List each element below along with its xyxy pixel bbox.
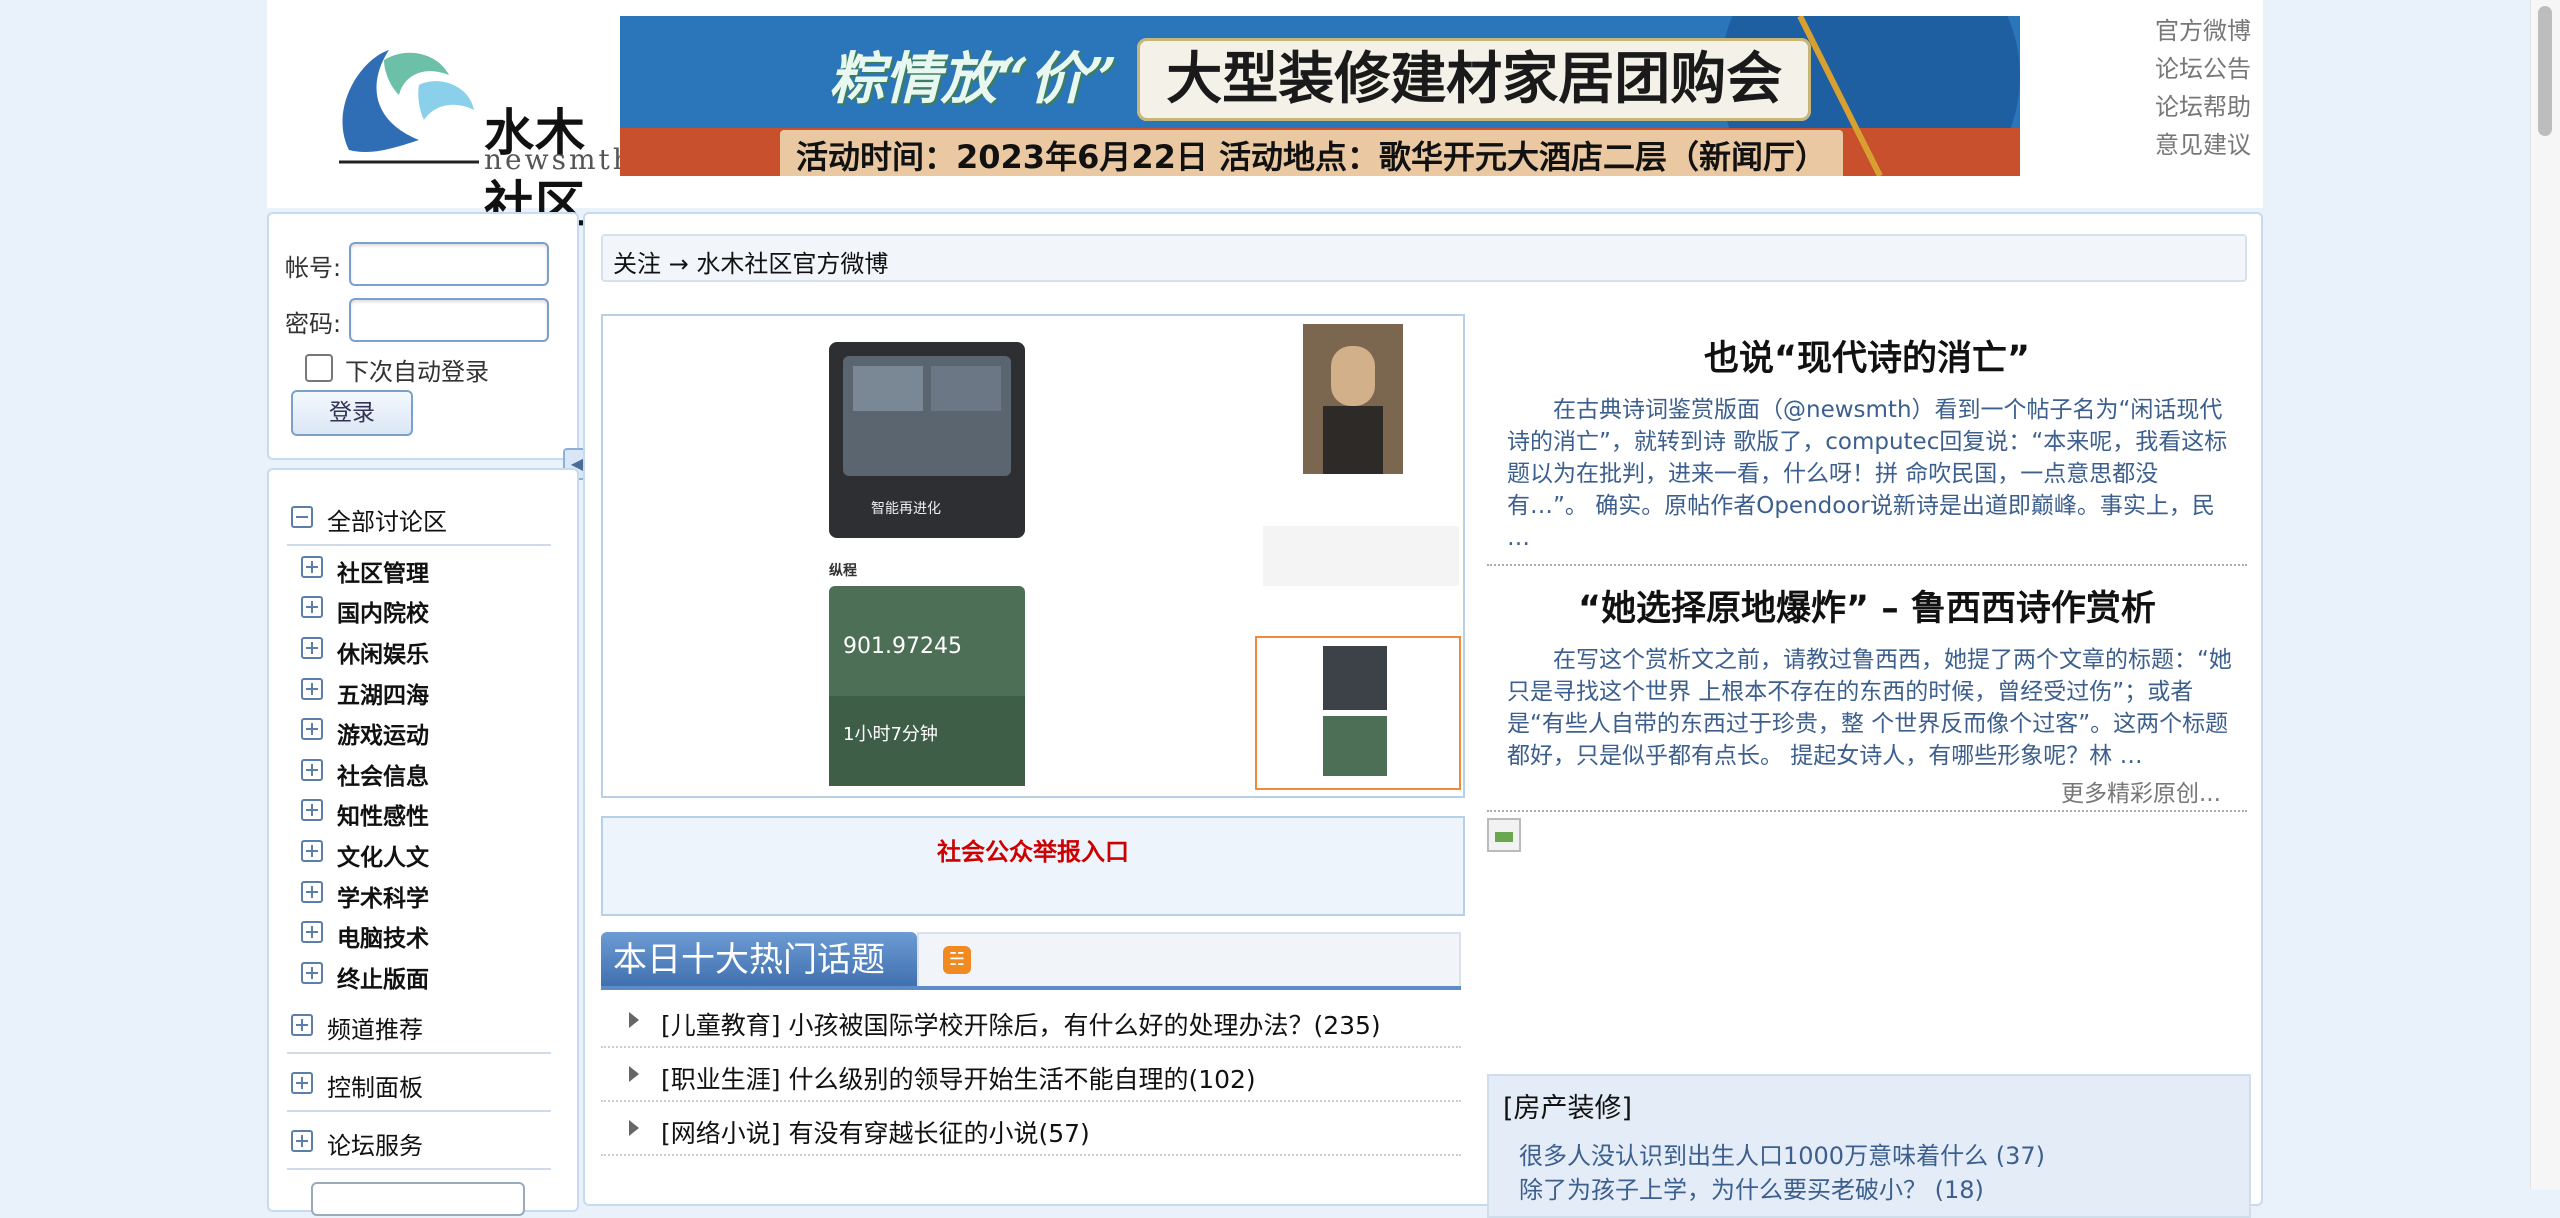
expand-icon[interactable] bbox=[301, 759, 323, 781]
nav-section-emotion[interactable]: 知性感性 bbox=[337, 797, 429, 831]
article-title[interactable]: “她选择原地爆炸” – 鲁西西诗作赏析 bbox=[1487, 580, 2247, 631]
header: 水木社区 newsmth.net 粽情放“价” 大型装修建材家居团购会 活动时间：… bbox=[267, 0, 2263, 234]
collapse-icon[interactable] bbox=[291, 506, 313, 528]
estate-topic-link[interactable]: 很多人没认识到出生人口1000万意味着什么 (37) bbox=[1519, 1136, 2045, 1171]
page-scrollbar[interactable] bbox=[2530, 0, 2560, 1190]
login-panel: 帐号: 密码: 下次自动登录 登录 bbox=[267, 212, 579, 460]
expand-icon[interactable] bbox=[291, 1014, 313, 1036]
expand-icon[interactable] bbox=[301, 921, 323, 943]
banner-title: 粽情放“价” 大型装修建材家居团购会 bbox=[620, 34, 2020, 121]
divider bbox=[287, 1052, 551, 1054]
nav-section-admin[interactable]: 社区管理 bbox=[337, 554, 429, 588]
page: 水木社区 newsmth.net 粽情放“价” 大型装修建材家居团购会 活动时间：… bbox=[267, 0, 2263, 1218]
expand-icon[interactable] bbox=[301, 678, 323, 700]
top-link-announcement[interactable]: 论坛公告 bbox=[2147, 50, 2251, 88]
expand-icon[interactable] bbox=[301, 596, 323, 618]
nav-service[interactable]: 论坛服务 bbox=[327, 1126, 423, 1161]
top-links: 官方微博 论坛公告 论坛帮助 意见建议 bbox=[2147, 12, 2251, 164]
hot-topics-underline bbox=[601, 986, 1461, 990]
site-logo[interactable]: 水木社区 newsmth.net bbox=[329, 40, 698, 234]
top-link-feedback[interactable]: 意见建议 bbox=[2147, 126, 2251, 164]
nav-section-closed[interactable]: 终止版面 bbox=[337, 960, 429, 994]
bullet-icon bbox=[629, 1012, 639, 1028]
nav-section-society[interactable]: 社会信息 bbox=[337, 757, 429, 791]
top-link-help[interactable]: 论坛帮助 bbox=[2147, 88, 2251, 126]
article-title[interactable]: 也说“现代诗的消亡” bbox=[1487, 330, 2247, 381]
nav-section-computer[interactable]: 电脑技术 bbox=[337, 919, 429, 953]
divider bbox=[287, 544, 551, 546]
password-label: 密码: bbox=[285, 310, 342, 338]
search-box[interactable] bbox=[311, 1182, 525, 1216]
nav-section-leisure[interactable]: 休闲娱乐 bbox=[337, 635, 429, 669]
divider bbox=[1487, 564, 2247, 568]
nav-section-culture[interactable]: 文化人文 bbox=[337, 838, 429, 872]
expand-icon[interactable] bbox=[301, 556, 323, 578]
expand-icon[interactable] bbox=[301, 962, 323, 984]
expand-icon[interactable] bbox=[301, 881, 323, 903]
divider bbox=[287, 1110, 551, 1112]
breadcrumb: 关注 → 水木社区官方微博 bbox=[601, 234, 2247, 282]
hot-topics-header bbox=[917, 932, 1461, 988]
hot-topic-row[interactable]: [职业生涯] 什么级别的领导开始生活不能自理的(102) bbox=[601, 1048, 1461, 1102]
nav-control[interactable]: 控制面板 bbox=[327, 1068, 423, 1103]
expand-icon[interactable] bbox=[291, 1130, 313, 1152]
slideshow[interactable]: 智能再进化 纵程 901.97245 1小时7分钟 bbox=[601, 314, 1465, 798]
nav-all-sections[interactable]: 全部讨论区 bbox=[327, 502, 447, 537]
hot-topic-row[interactable]: [网络小说] 有没有穿越长征的小说(57) bbox=[601, 1102, 1461, 1156]
logo-waves-icon bbox=[339, 50, 479, 164]
banner-subtitle: 活动时间：2023年6月22日 活动地点：歌华开元大酒店二层（新闻厅） bbox=[780, 130, 1844, 176]
expand-icon[interactable] bbox=[291, 1072, 313, 1094]
account-input[interactable] bbox=[349, 242, 549, 286]
divider bbox=[1487, 810, 2247, 814]
expand-icon[interactable] bbox=[301, 637, 323, 659]
main-panel: 关注 → 水木社区官方微博 智能再进化 纵程 901.97245 1小时7分钟 … bbox=[583, 212, 2263, 1218]
breadcrumb-text[interactable]: 关注 → 水木社区官方微博 bbox=[613, 244, 888, 279]
hot-topics-tab[interactable]: 本日十大热门话题 bbox=[601, 932, 917, 988]
ad-banner[interactable]: 粽情放“价” 大型装修建材家居团购会 活动时间：2023年6月22日 活动地点：歌… bbox=[620, 16, 2020, 176]
divider bbox=[287, 1168, 551, 1170]
nav-section-campus[interactable]: 国内院校 bbox=[337, 594, 429, 628]
hot-topic-link[interactable]: [网络小说] 有没有穿越长征的小说(57) bbox=[661, 1114, 1090, 1150]
nav-section-science[interactable]: 学术科学 bbox=[337, 879, 429, 913]
selected-thumbnail[interactable] bbox=[1255, 636, 1461, 790]
hot-topic-link[interactable]: [儿童教育] 小孩被国际学校开除后，有什么好的处理办法？(235) bbox=[661, 1006, 1381, 1042]
bullet-icon bbox=[629, 1066, 639, 1082]
hot-topic-row[interactable]: [儿童教育] 小孩被国际学校开除后，有什么好的处理办法？(235) bbox=[601, 994, 1461, 1048]
slide-caption-4: 1小时7分钟 bbox=[843, 724, 938, 745]
nav-section-games[interactable]: 游戏运动 bbox=[337, 716, 429, 750]
bullet-icon bbox=[629, 1120, 639, 1136]
slide-caption-1: 智能再进化 bbox=[871, 501, 941, 517]
hot-topic-link[interactable]: [职业生涯] 什么级别的领导开始生活不能自理的(102) bbox=[661, 1060, 1256, 1096]
nav-section-regions[interactable]: 五湖四海 bbox=[337, 676, 429, 710]
rss-icon[interactable]: ☵ bbox=[943, 946, 971, 974]
expand-icon[interactable] bbox=[301, 718, 323, 740]
estate-title[interactable]: [房产装修] bbox=[1503, 1086, 1632, 1125]
report-link[interactable]: 社会公众举报入口 bbox=[603, 832, 1463, 867]
password-input[interactable] bbox=[349, 298, 549, 342]
banner-prefix: 粽情放“价” bbox=[828, 46, 1118, 112]
account-label: 帐号: bbox=[285, 254, 342, 282]
more-original-link[interactable]: 更多精彩原创... bbox=[2061, 774, 2221, 808]
report-box: 社会公众举报入口 bbox=[601, 816, 1465, 916]
hot-topics: 本日十大热门话题 ☵ [儿童教育] 小孩被国际学校开除后，有什么好的处理办法？(… bbox=[601, 932, 1461, 1212]
scrollbar-thumb[interactable] bbox=[2538, 6, 2552, 136]
auto-login-checkbox[interactable] bbox=[305, 354, 333, 382]
expand-icon[interactable] bbox=[301, 799, 323, 821]
nav-channel[interactable]: 频道推荐 bbox=[327, 1010, 423, 1045]
broken-image-icon bbox=[1487, 818, 1521, 852]
estate-board: [房产装修] 很多人没认识到出生人口1000万意味着什么 (37) 除了为孩子上… bbox=[1487, 1074, 2251, 1218]
expand-icon[interactable] bbox=[301, 840, 323, 862]
banner-main-title: 大型装修建材家居团购会 bbox=[1137, 38, 1812, 121]
estate-topic-link[interactable]: 除了为孩子上学，为什么要买老破小？ (18) bbox=[1519, 1170, 1984, 1205]
section-nav: 全部讨论区 社区管理 国内院校 休闲娱乐 五湖四海 游戏运动 社会信息 知性感性… bbox=[267, 468, 579, 1216]
article-summary[interactable]: 在古典诗词鉴赏版面（@newsmth）看到一个帖子名为“闲话现代诗的消亡”，就转… bbox=[1507, 394, 2235, 554]
slide-caption-2: 纵程 bbox=[829, 563, 857, 579]
login-button[interactable]: 登录 bbox=[291, 390, 413, 436]
top-link-weibo[interactable]: 官方微博 bbox=[2147, 12, 2251, 50]
slide-caption-3: 901.97245 bbox=[843, 634, 962, 659]
auto-login-label: 下次自动登录 bbox=[345, 358, 489, 386]
